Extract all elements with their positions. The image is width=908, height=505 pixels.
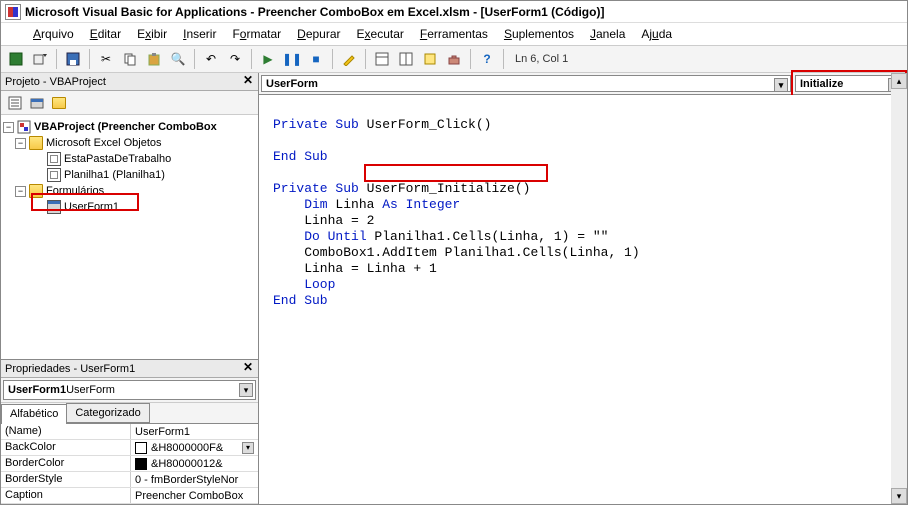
view-code-button[interactable] (5, 93, 25, 113)
save-button[interactable] (62, 48, 84, 70)
cursor-position: Ln 6, Col 1 (515, 53, 568, 65)
object-browser-button[interactable] (419, 48, 441, 70)
project-panel-title: Projeto - VBAProject (5, 76, 106, 88)
scroll-up-button[interactable]: ▴ (891, 73, 907, 89)
color-swatch (135, 442, 147, 454)
insert-dropdown[interactable] (29, 48, 51, 70)
dropdown-icon[interactable]: ▾ (774, 78, 788, 92)
highlight-initialize-sub (364, 164, 548, 182)
folder-icon (29, 136, 43, 150)
prop-row-backcolor[interactable]: BackColor &H8000000F&▾ (1, 440, 258, 456)
properties-grid[interactable]: (Name) UserForm1 BackColor &H8000000F&▾ … (1, 424, 258, 504)
dropdown-icon[interactable]: ▾ (242, 442, 254, 454)
sheet-icon (47, 168, 61, 182)
properties-button[interactable] (395, 48, 417, 70)
left-column: Projeto - VBAProject ✕ − VBAProject (Pre… (1, 73, 259, 504)
menu-janela[interactable]: Janela (582, 25, 633, 43)
code-editor[interactable]: Private Sub UserForm_Click() End Sub Pri… (259, 95, 907, 504)
project-panel-header: Projeto - VBAProject ✕ (1, 73, 258, 91)
project-explorer-button[interactable] (371, 48, 393, 70)
menu-exibir[interactable]: Exibir (129, 25, 175, 43)
menu-ajuda[interactable]: Ajuda (633, 25, 680, 43)
menu-inserir[interactable]: Inserir (175, 25, 224, 43)
tree-forms-folder[interactable]: − Formulários (3, 183, 256, 199)
redo-button[interactable]: ↷ (224, 48, 246, 70)
properties-object-selector[interactable]: UserForm1 UserForm ▾ (3, 380, 256, 400)
toolbox-button[interactable] (443, 48, 465, 70)
project-tree[interactable]: − VBAProject (Preencher ComboBox − Micro… (1, 115, 258, 359)
procedure-dropdown-value: Initialize (800, 78, 843, 90)
menu-suplementos[interactable]: Suplementos (496, 25, 582, 43)
procedure-dropdown[interactable]: Initialize ▾ (795, 75, 905, 92)
collapse-icon[interactable]: − (15, 138, 26, 149)
properties-panel-header: Propriedades - UserForm1 ✕ (1, 360, 258, 378)
workspace: Projeto - VBAProject ✕ − VBAProject (Pre… (1, 73, 907, 504)
selector-object-type: UserForm (66, 384, 115, 396)
properties-panel-title: Propriedades - UserForm1 (5, 363, 135, 375)
object-dropdown[interactable]: UserForm ▾ (261, 75, 791, 92)
undo-button[interactable]: ↶ (200, 48, 222, 70)
help-button[interactable]: ? (476, 48, 498, 70)
code-header: UserForm ▾ Initialize ▾ (259, 73, 907, 95)
prop-row-name[interactable]: (Name) UserForm1 (1, 424, 258, 440)
cut-button[interactable]: ✂ (95, 48, 117, 70)
reset-button[interactable]: ■ (305, 48, 327, 70)
workbook-icon (47, 152, 61, 166)
dropdown-icon[interactable]: ▾ (239, 383, 253, 397)
toggle-folders-button[interactable] (49, 93, 69, 113)
tree-objects-folder[interactable]: − Microsoft Excel Objetos (3, 135, 256, 151)
menu-depurar[interactable]: Depurar (289, 25, 348, 43)
app-icon (5, 4, 21, 20)
folder-icon (29, 184, 43, 198)
properties-panel-close[interactable]: ✕ (240, 360, 256, 376)
selector-object-name: UserForm1 (8, 384, 66, 396)
collapse-icon[interactable]: − (3, 122, 14, 133)
title-bar: Microsoft Visual Basic for Applications … (1, 1, 907, 23)
design-mode-button[interactable] (338, 48, 360, 70)
menu-arquivo[interactable]: Arquivo (25, 25, 82, 43)
menu-formatar[interactable]: Formatar (224, 25, 289, 43)
prop-row-bordercolor[interactable]: BorderColor &H80000012& (1, 456, 258, 472)
collapse-icon[interactable]: − (15, 186, 26, 197)
tree-workbook-item[interactable]: EstaPastaDeTrabalho (3, 151, 256, 167)
menu-ferramentas[interactable]: Ferramentas (412, 25, 496, 43)
menu-editar[interactable]: Editar (82, 25, 129, 43)
code-pane: UserForm ▾ Initialize ▾ Private Sub User… (259, 73, 907, 504)
paste-button[interactable] (143, 48, 165, 70)
project-icon (17, 120, 31, 134)
tab-alphabetical[interactable]: Alfabético (1, 404, 67, 424)
window-title: Microsoft Visual Basic for Applications … (25, 5, 604, 19)
menu-executar[interactable]: Executar (349, 25, 412, 43)
copy-button[interactable] (119, 48, 141, 70)
tab-categorized[interactable]: Categorizado (66, 403, 149, 423)
form-icon (47, 200, 61, 214)
properties-panel: Propriedades - UserForm1 ✕ UserForm1 Use… (1, 359, 258, 504)
toolbar: ✂ 🔍 ↶ ↷ ▶ ❚❚ ■ ? Ln 6, Col 1 (1, 45, 907, 73)
tree-root[interactable]: − VBAProject (Preencher ComboBox (3, 119, 256, 135)
prop-row-caption[interactable]: Caption Preencher ComboBox (1, 488, 258, 504)
vertical-scrollbar[interactable]: ▴ ▾ (891, 73, 907, 504)
prop-row-borderstyle[interactable]: BorderStyle 0 - fmBorderStyleNor (1, 472, 258, 488)
tree-userform1-item[interactable]: UserForm1 (3, 199, 256, 215)
object-dropdown-value: UserForm (266, 78, 318, 90)
view-excel-button[interactable] (5, 48, 27, 70)
run-button[interactable]: ▶ (257, 48, 279, 70)
color-swatch (135, 458, 147, 470)
menu-bar: Arquivo Editar Exibir Inserir Formatar D… (1, 23, 907, 45)
properties-tabs: Alfabético Categorizado (1, 403, 258, 424)
project-panel-close[interactable]: ✕ (240, 73, 256, 89)
view-object-button[interactable] (27, 93, 47, 113)
tree-sheet-item[interactable]: Planilha1 (Planilha1) (3, 167, 256, 183)
break-button[interactable]: ❚❚ (281, 48, 303, 70)
project-toolbar (1, 91, 258, 115)
scroll-down-button[interactable]: ▾ (891, 488, 907, 504)
tree-root-label: VBAProject (Preencher ComboBox (34, 121, 217, 133)
find-button[interactable]: 🔍 (167, 48, 189, 70)
